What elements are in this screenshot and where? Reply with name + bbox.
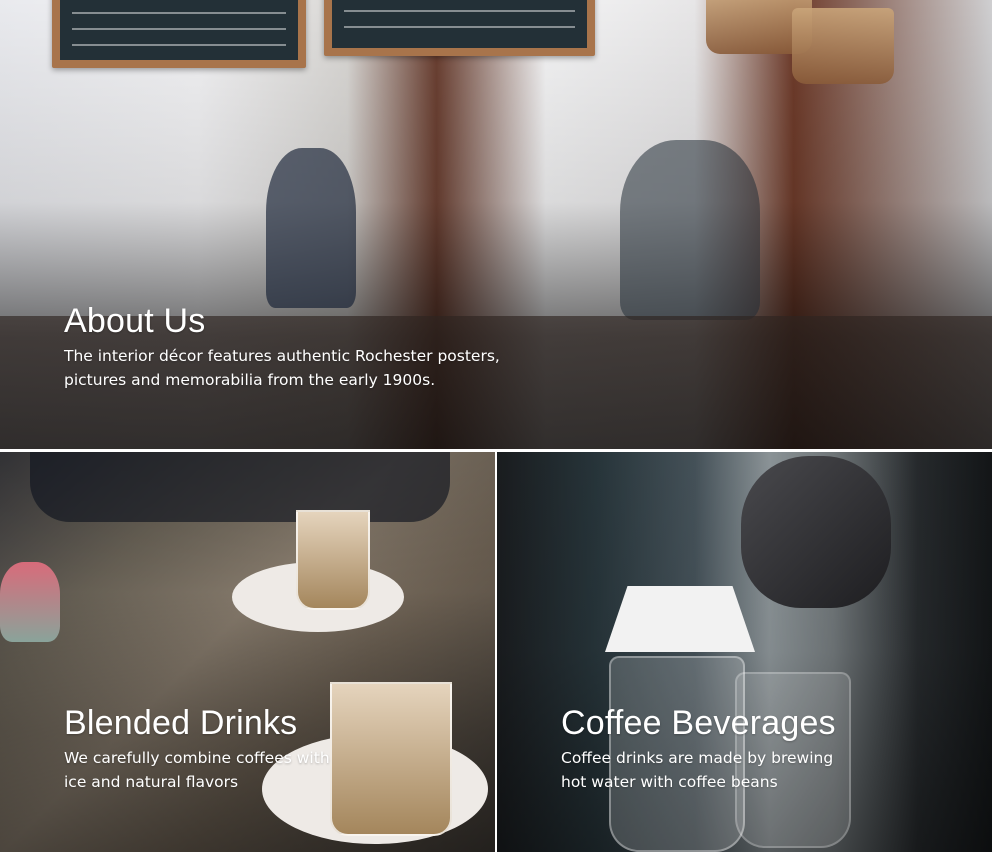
blended-drinks-title: Blended Drinks <box>64 704 298 743</box>
menu-chalkboard-left <box>52 0 306 68</box>
flower-pot <box>0 562 60 642</box>
about-us-description: The interior décor features authentic Ro… <box>64 346 500 389</box>
pendant-lamp <box>792 8 894 84</box>
blended-drinks-description: We carefully combine coffees with ice an… <box>64 748 330 791</box>
barista-silhouette <box>266 148 356 308</box>
coffee-beverages-title: Coffee Beverages <box>561 704 836 743</box>
hands-silhouette <box>30 452 450 522</box>
coffee-beverages-description: Coffee drinks are made by brewing hot wa… <box>561 748 834 791</box>
pour-over-kettle <box>741 456 891 608</box>
latte-cup <box>296 510 370 610</box>
coffee-beverages-tile[interactable]: Coffee Beverages Coffee drinks are made … <box>497 452 992 852</box>
menu-chalkboard-right <box>324 0 595 56</box>
coffee-filter <box>605 586 755 652</box>
about-us-tile[interactable]: About Us The interior décor features aut… <box>0 0 992 449</box>
barista-silhouette <box>620 140 760 320</box>
content-grid: About Us The interior décor features aut… <box>0 0 992 852</box>
about-us-title: About Us <box>64 302 206 341</box>
blended-drinks-tile[interactable]: Blended Drinks We carefully combine coff… <box>0 452 495 852</box>
